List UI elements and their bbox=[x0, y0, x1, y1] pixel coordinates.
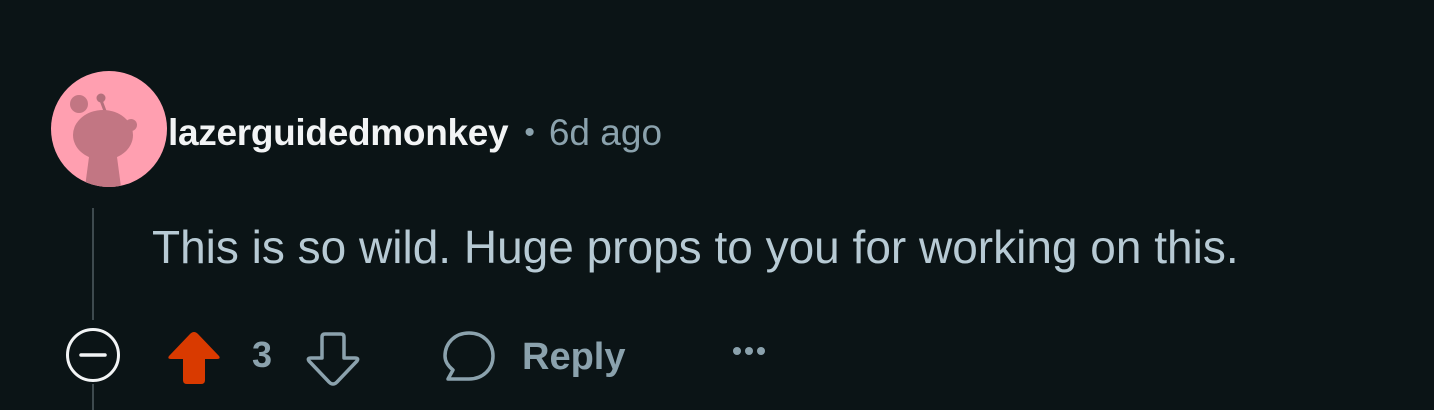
downvote-button[interactable] bbox=[304, 330, 362, 388]
collapse-button[interactable] bbox=[64, 326, 122, 384]
reply-label[interactable]: Reply bbox=[522, 336, 625, 379]
comment-timestamp[interactable]: 6d ago bbox=[549, 112, 662, 154]
comment-action-bar: 3 Reply bbox=[64, 322, 784, 386]
avatar[interactable] bbox=[51, 71, 167, 187]
upvote-arrow-icon bbox=[168, 332, 220, 384]
more-options-button[interactable] bbox=[728, 336, 770, 366]
upvote-button[interactable] bbox=[165, 328, 223, 386]
snoo-avatar-icon bbox=[70, 93, 137, 187]
thread-line[interactable] bbox=[92, 208, 94, 320]
vote-score: 3 bbox=[252, 334, 273, 375]
meta-separator: • bbox=[524, 116, 535, 149]
reply-button[interactable]: Reply bbox=[440, 328, 625, 386]
comment-body: This is so wild. Huge props to you for w… bbox=[152, 221, 1239, 273]
speech-bubble-icon bbox=[443, 331, 495, 381]
comment-header: lazerguidedmonkey • 6d ago bbox=[168, 108, 662, 158]
collapse-minus-icon bbox=[66, 328, 120, 382]
thread-line-continuation[interactable] bbox=[92, 384, 94, 410]
downvote-arrow-icon bbox=[306, 332, 360, 386]
author-username[interactable]: lazerguidedmonkey bbox=[168, 112, 509, 154]
ellipsis-icon bbox=[733, 347, 765, 355]
comment: lazerguidedmonkey • 6d ago This is so wi… bbox=[0, 0, 1434, 410]
